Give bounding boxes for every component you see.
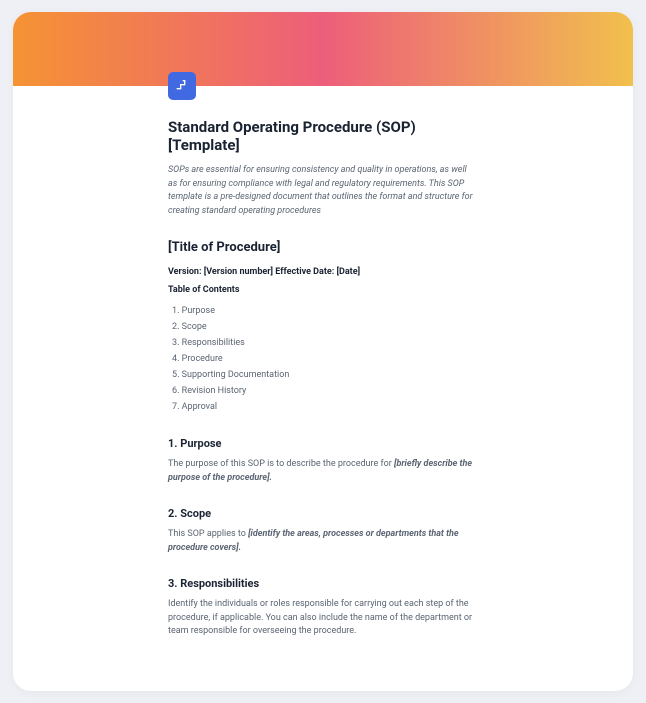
- toc-item: Supporting Documentation: [168, 367, 478, 383]
- section-heading: 1. Purpose: [168, 437, 478, 450]
- document-content: Standard Operating Procedure (SOP) [Temp…: [13, 86, 633, 691]
- section-body: This SOP applies to [identify the areas,…: [168, 528, 478, 555]
- procedure-title: [Title of Procedure]: [168, 240, 478, 255]
- toc-item: Approval: [168, 399, 478, 415]
- header-gradient: [13, 12, 633, 86]
- toc-item: Responsibilities: [168, 335, 478, 351]
- section-heading: 2. Scope: [168, 507, 478, 520]
- document-icon-badge: [168, 72, 196, 100]
- section-purpose: 1. Purpose The purpose of this SOP is to…: [168, 437, 478, 485]
- section-heading: 3. Responsibilities: [168, 577, 478, 590]
- body-text: This SOP applies to: [168, 529, 248, 539]
- body-text: Identify the individuals or roles respon…: [168, 599, 472, 636]
- document-title: Standard Operating Procedure (SOP) [Temp…: [168, 118, 478, 154]
- toc-item: Purpose: [168, 303, 478, 319]
- toc-list: Purpose Scope Responsibilities Procedure…: [168, 303, 478, 415]
- toc-item: Procedure: [168, 351, 478, 367]
- section-responsibilities: 3. Responsibilities Identify the individ…: [168, 577, 478, 639]
- section-body: The purpose of this SOP is to describe t…: [168, 458, 478, 485]
- section-body: Identify the individuals or roles respon…: [168, 598, 478, 639]
- document-card: Standard Operating Procedure (SOP) [Temp…: [13, 12, 633, 691]
- section-scope: 2. Scope This SOP applies to [identify t…: [168, 507, 478, 555]
- body-text: The purpose of this SOP is to describe t…: [168, 459, 394, 469]
- version-date-line: Version: [Version number] Effective Date…: [168, 267, 478, 277]
- toc-item: Scope: [168, 319, 478, 335]
- steps-icon: [174, 78, 190, 94]
- intro-text: SOPs are essential for ensuring consiste…: [168, 164, 478, 218]
- toc-heading: Table of Contents: [168, 285, 478, 295]
- toc-item: Revision History: [168, 383, 478, 399]
